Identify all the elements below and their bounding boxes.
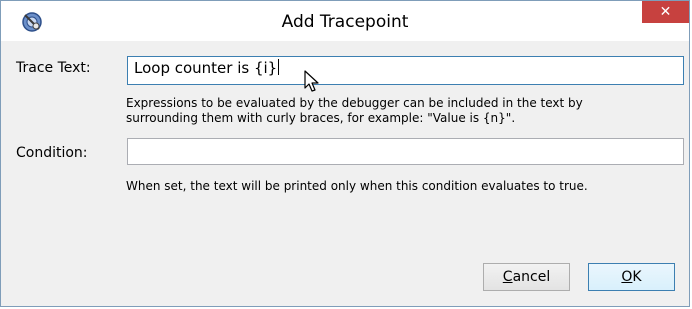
condition-hint: When set, the text will be printed only … — [126, 179, 588, 193]
cancel-button[interactable]: Cancel — [483, 263, 570, 291]
add-tracepoint-dialog: Add Tracepoint ✕ Trace Text: Loop counte… — [0, 0, 690, 307]
ok-label-rest: K — [632, 269, 642, 285]
close-button[interactable]: ✕ — [642, 1, 689, 23]
trace-hint-line-2: surrounding them with curly braces, for … — [126, 111, 516, 125]
mouse-pointer-icon — [304, 70, 319, 92]
trace-hint-line-1: Expressions to be evaluated by the debug… — [126, 96, 583, 110]
trace-text-label: Trace Text: — [16, 60, 91, 76]
ok-mnemonic: O — [621, 269, 633, 285]
cancel-mnemonic: C — [502, 269, 513, 285]
text-caret — [278, 59, 280, 75]
trace-text-input[interactable]: Loop counter is {i} — [127, 56, 684, 85]
condition-label: Condition: — [16, 145, 88, 161]
ok-button[interactable]: OK — [588, 263, 675, 291]
condition-input[interactable] — [127, 138, 684, 165]
dialog-title: Add Tracepoint — [281, 12, 409, 32]
close-icon: ✕ — [659, 4, 672, 20]
trace-text-value: Loop counter is {i} — [134, 59, 278, 77]
title-bar[interactable]: Add Tracepoint ✕ — [1, 1, 689, 41]
dialog-content: Trace Text: Loop counter is {i} Expressi… — [1, 41, 689, 306]
cancel-label-rest: ancel — [512, 269, 551, 285]
